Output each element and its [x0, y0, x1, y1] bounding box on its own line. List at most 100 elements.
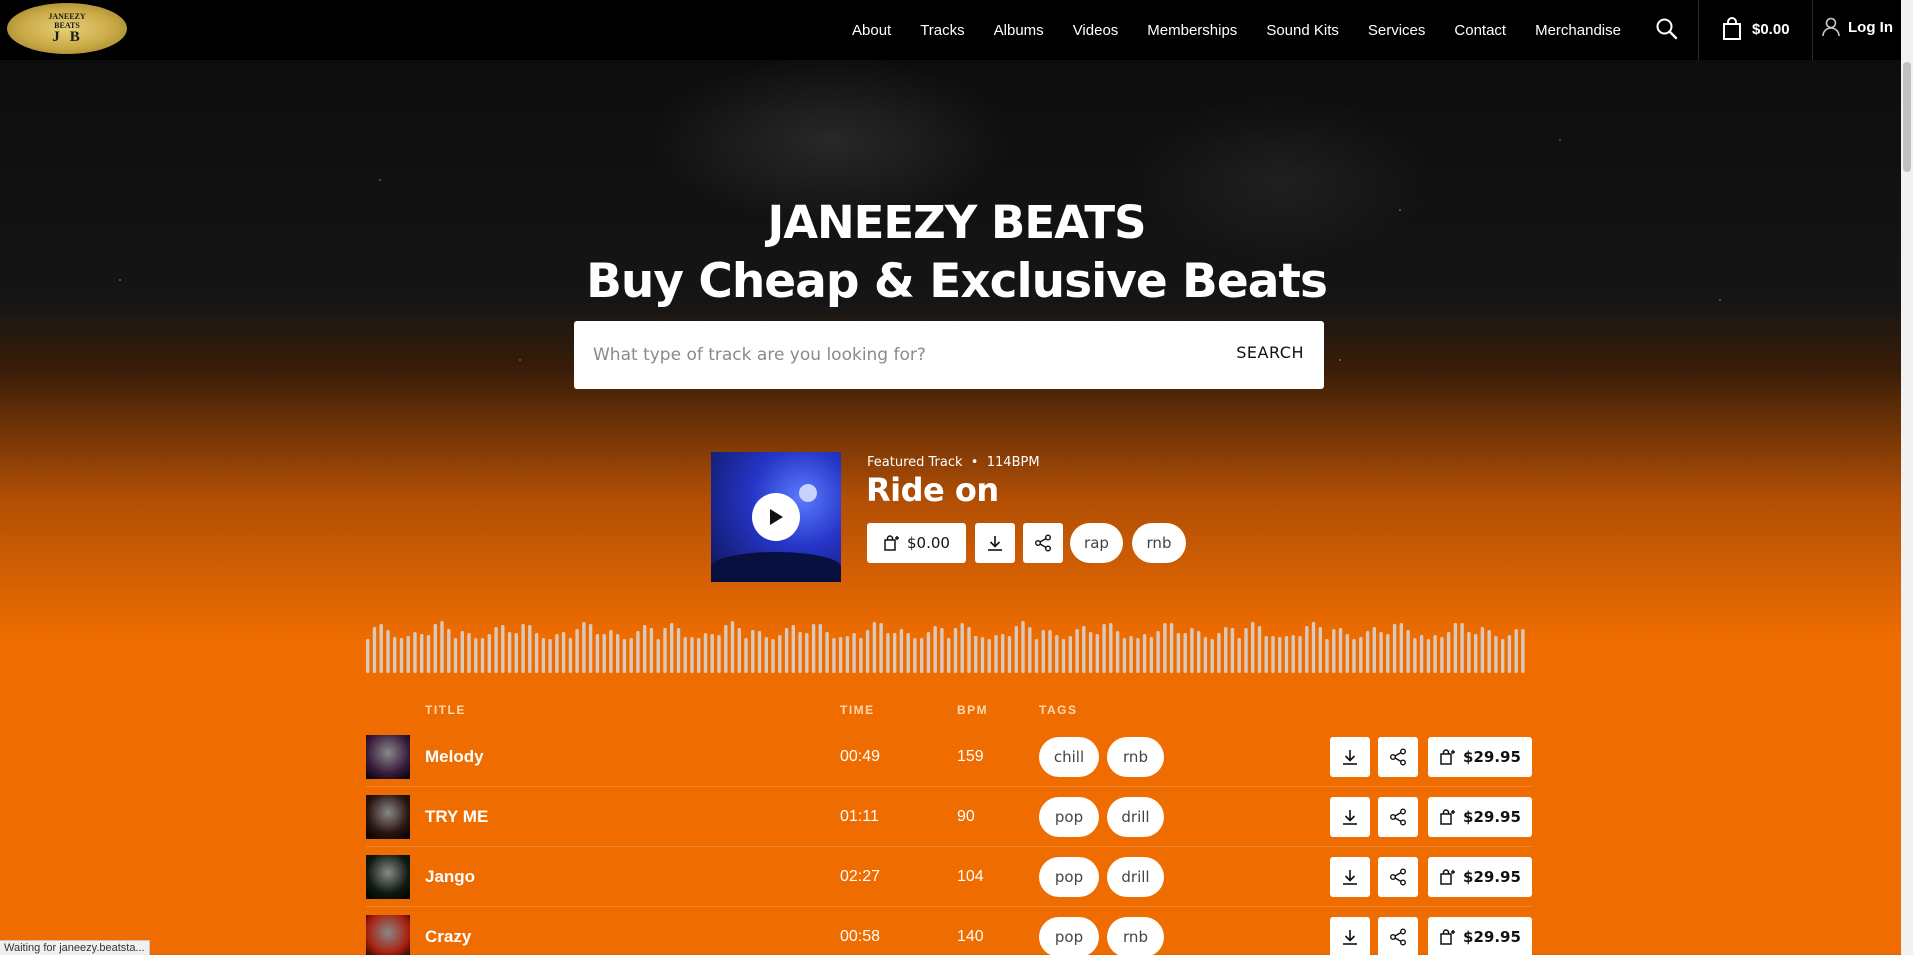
waveform-bar — [372, 627, 377, 673]
track-tag[interactable]: pop — [1039, 917, 1099, 955]
track-share-button[interactable] — [1378, 917, 1418, 955]
waveform-bar — [926, 632, 931, 673]
nav-link-about[interactable]: About — [852, 22, 891, 39]
nav-link-videos[interactable]: Videos — [1073, 22, 1119, 39]
meta-dot: • — [966, 455, 983, 470]
waveform-bar — [1446, 632, 1451, 673]
featured-track-title[interactable]: Ride on — [866, 471, 999, 509]
waveform-bar — [906, 633, 910, 673]
waveform-bar — [433, 624, 437, 673]
waveform-bar — [595, 634, 600, 673]
cart-add-icon — [1440, 869, 1456, 885]
track-share-button[interactable] — [1378, 797, 1418, 837]
site-logo[interactable]: JANEEZY BEATS JB — [7, 3, 127, 54]
waveform-bar — [1392, 624, 1397, 673]
column-header-title: TITLE — [425, 703, 466, 717]
waveform-bar — [1251, 622, 1255, 673]
track-tag[interactable]: pop — [1039, 797, 1099, 837]
waveform-bar — [379, 624, 383, 673]
waveform-bar — [1122, 638, 1127, 673]
nav-link-albums[interactable]: Albums — [994, 22, 1044, 39]
scrollbar-thumb[interactable] — [1903, 62, 1911, 172]
waveform-bar — [440, 621, 444, 673]
track-title[interactable]: TRY ME — [425, 807, 488, 827]
track-download-button[interactable] — [1330, 857, 1370, 897]
waveform-bar — [588, 624, 593, 673]
track-row[interactable]: Jango 02:27 104 pop drill $29.95 — [366, 847, 1532, 907]
track-download-button[interactable] — [1330, 917, 1370, 955]
track-search-input[interactable] — [593, 345, 1193, 365]
waveform-bar — [622, 639, 627, 673]
track-row[interactable]: Crazy 00:58 140 pop rnb $29.95 — [366, 907, 1532, 955]
search-button[interactable]: SEARCH — [1236, 343, 1304, 362]
waveform-bar — [920, 638, 924, 673]
search-icon[interactable] — [1655, 17, 1679, 41]
audio-waveform[interactable] — [366, 615, 1528, 673]
track-download-button[interactable] — [1330, 737, 1370, 777]
featured-track-artwork[interactable] — [711, 452, 841, 582]
shopping-bag-icon — [1723, 17, 1741, 40]
track-tag[interactable]: drill — [1107, 797, 1164, 837]
play-button[interactable] — [752, 493, 800, 541]
track-tag[interactable]: rnb — [1107, 737, 1164, 777]
waveform-bar — [1048, 630, 1052, 673]
nav-link-merchandise[interactable]: Merchandise — [1535, 22, 1621, 39]
track-buy-button[interactable]: $29.95 — [1428, 857, 1532, 897]
track-buy-button[interactable]: $29.95 — [1428, 797, 1532, 837]
column-header-tags: TAGS — [1039, 703, 1078, 717]
featured-tag-rap[interactable]: rap — [1070, 523, 1123, 563]
track-buy-button[interactable]: $29.95 — [1428, 737, 1532, 777]
nav-link-contact[interactable]: Contact — [1454, 22, 1506, 39]
download-icon — [1343, 930, 1357, 945]
waveform-bar — [676, 628, 681, 673]
track-row[interactable]: TRY ME 01:11 90 pop drill $29.95 — [366, 787, 1532, 847]
track-title[interactable]: Jango — [425, 867, 475, 887]
waveform-bar — [1514, 629, 1518, 673]
track-row[interactable]: Melody 00:49 159 chill rnb $29.95 — [366, 727, 1532, 787]
featured-download-button[interactable] — [975, 523, 1015, 563]
track-thumbnail[interactable] — [366, 735, 410, 779]
track-share-button[interactable] — [1378, 737, 1418, 777]
waveform-bar — [832, 638, 836, 673]
track-share-button[interactable] — [1378, 857, 1418, 897]
track-search-box: SEARCH — [574, 321, 1324, 389]
waveform-bar — [690, 637, 694, 673]
waveform-bar — [1210, 639, 1214, 673]
waveform-bar — [724, 625, 728, 673]
nav-link-memberships[interactable]: Memberships — [1147, 22, 1237, 39]
track-download-button[interactable] — [1330, 797, 1370, 837]
nav-link-services[interactable]: Services — [1368, 22, 1426, 39]
waveform-bar — [386, 630, 390, 673]
track-title[interactable]: Melody — [425, 747, 484, 767]
waveform-bar — [953, 628, 958, 673]
waveform-bar — [1082, 626, 1086, 673]
featured-share-button[interactable] — [1023, 523, 1063, 563]
nav-link-sound-kits[interactable]: Sound Kits — [1266, 22, 1339, 39]
waveform-bar — [1007, 636, 1012, 673]
track-tag[interactable]: pop — [1039, 857, 1099, 897]
waveform-bar — [460, 631, 464, 673]
track-thumbnail[interactable] — [366, 855, 410, 899]
waveform-bar — [1440, 637, 1444, 673]
page-scrollbar[interactable] — [1901, 0, 1913, 955]
waveform-bar — [1413, 638, 1417, 673]
track-thumbnail[interactable] — [366, 795, 410, 839]
login-button[interactable]: Log In — [1822, 17, 1893, 37]
track-thumbnail[interactable] — [366, 915, 410, 955]
browser-status-bar: Waiting for janeezy.beatsta... — [0, 940, 150, 955]
featured-buy-button[interactable]: $0.00 — [867, 523, 966, 563]
waveform-bar — [528, 625, 532, 673]
waveform-bar — [656, 639, 660, 673]
track-tag[interactable]: chill — [1039, 737, 1099, 777]
waveform-bar — [420, 634, 424, 673]
track-buy-button[interactable]: $29.95 — [1428, 917, 1532, 955]
login-label: Log In — [1848, 18, 1893, 36]
track-title[interactable]: Crazy — [425, 927, 471, 947]
track-tag[interactable]: rnb — [1107, 917, 1164, 955]
track-tag[interactable]: drill — [1107, 857, 1164, 897]
featured-tag-rnb[interactable]: rnb — [1132, 523, 1186, 563]
nav-link-tracks[interactable]: Tracks — [920, 22, 964, 39]
waveform-bar — [1386, 634, 1390, 673]
cart-button[interactable]: $0.00 — [1722, 17, 1790, 41]
waveform-bar — [1494, 636, 1498, 673]
